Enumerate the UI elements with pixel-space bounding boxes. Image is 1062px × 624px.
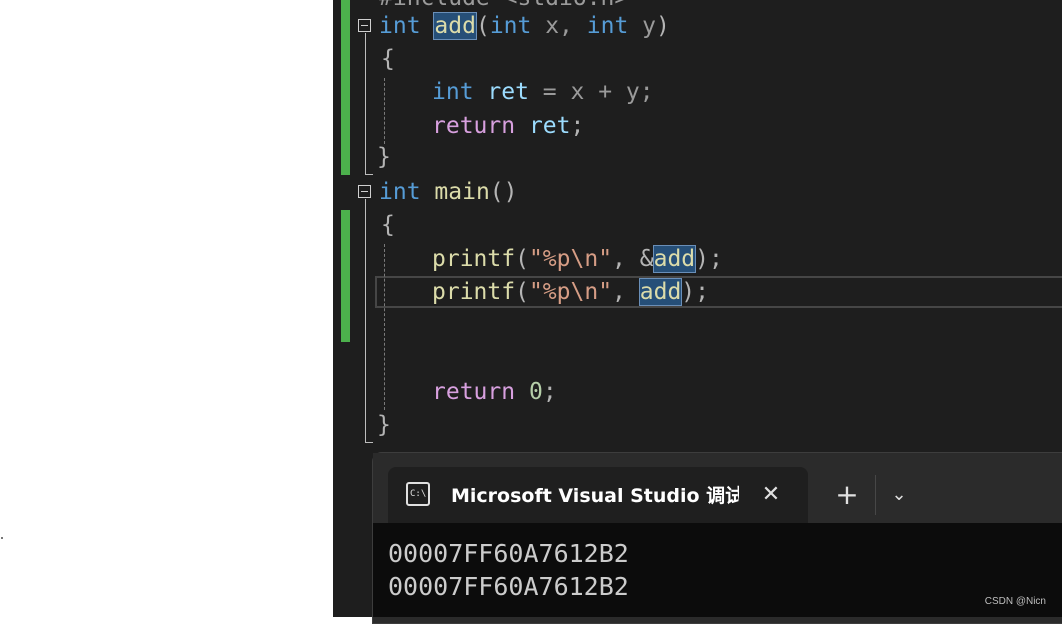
console-output-line: 00007FF60A7612B2 xyxy=(388,572,629,601)
code-line-printf-address[interactable]: printf("%p\n", &add); xyxy=(432,243,723,275)
keyword-int: int xyxy=(489,13,532,39)
param-y: y xyxy=(628,13,656,39)
code-line-ret-decl[interactable]: int ret = x + y; xyxy=(432,76,654,108)
open-brace: { xyxy=(381,46,395,72)
code-line-main-signature[interactable]: int main() xyxy=(379,176,518,208)
indent-guide xyxy=(384,244,385,410)
keyword-int: int xyxy=(379,179,421,205)
tab-divider xyxy=(875,475,876,515)
code-line-return-zero[interactable]: return 0; xyxy=(432,376,557,408)
close-brace: } xyxy=(377,412,391,438)
variable-ret: ret xyxy=(528,113,571,139)
format-string: "%p\n" xyxy=(528,246,613,272)
call-end: ); xyxy=(695,246,723,272)
outline-line-end xyxy=(365,442,373,443)
outline-line xyxy=(365,33,366,174)
param-x: x, xyxy=(531,13,587,39)
change-indicator-bar xyxy=(341,210,350,342)
stray-dot xyxy=(1,537,3,539)
function-reference-add[interactable]: add xyxy=(652,245,697,273)
paren: ( xyxy=(515,246,529,272)
function-name-add[interactable]: add xyxy=(433,12,477,40)
paren: ( xyxy=(515,279,529,305)
keyword-return: return xyxy=(432,113,516,139)
semicolon: ; xyxy=(570,113,585,139)
paren: () xyxy=(489,179,518,205)
outline-line-end xyxy=(365,174,373,175)
new-tab-icon[interactable]: + xyxy=(832,481,862,509)
watermark: CSDN @Nicn xyxy=(984,596,1046,607)
keyword-return: return xyxy=(432,379,516,405)
outline-line xyxy=(365,199,366,442)
paren: ( xyxy=(475,13,490,39)
close-brace: } xyxy=(377,144,391,170)
indent-guide xyxy=(384,78,385,144)
function-printf: printf xyxy=(432,246,516,272)
code-line-return-ret[interactable]: return ret; xyxy=(432,110,584,142)
chevron-down-icon[interactable]: ⌄ xyxy=(885,481,913,509)
terminal-icon: C:\ xyxy=(406,482,430,506)
console-output-line: 00007FF60A7612B2 xyxy=(388,539,629,568)
keyword-int: int xyxy=(586,13,629,39)
function-printf: printf xyxy=(432,279,516,305)
keyword-int: int xyxy=(432,79,474,105)
function-name-main: main xyxy=(434,179,490,205)
collapse-toggle-icon[interactable] xyxy=(358,19,371,32)
comma: , & xyxy=(612,246,654,272)
variable-ret: ret xyxy=(487,79,529,105)
paren: ) xyxy=(656,13,670,39)
comma: , xyxy=(612,279,640,305)
keyword-int: int xyxy=(379,13,421,39)
collapse-toggle-icon[interactable] xyxy=(358,185,371,198)
terminal-icon-label: C:\ xyxy=(410,489,427,499)
expression: = x + y; xyxy=(528,79,654,105)
change-indicator-bar xyxy=(341,0,350,175)
code-line-printf-name[interactable]: printf("%p\n", add); xyxy=(432,276,709,308)
code-line-add-signature[interactable]: int add(int x, int y) xyxy=(379,10,670,42)
close-tab-icon[interactable]: ✕ xyxy=(758,481,784,509)
console-tab-title: Microsoft Visual Studio 调试控制台 xyxy=(451,485,739,507)
number-literal: 0 xyxy=(528,379,543,405)
format-string: "%p\n" xyxy=(528,279,613,305)
open-brace: { xyxy=(381,212,395,238)
call-end: ); xyxy=(681,279,709,305)
semicolon: ; xyxy=(542,379,557,405)
function-reference-add[interactable]: add xyxy=(638,278,683,306)
